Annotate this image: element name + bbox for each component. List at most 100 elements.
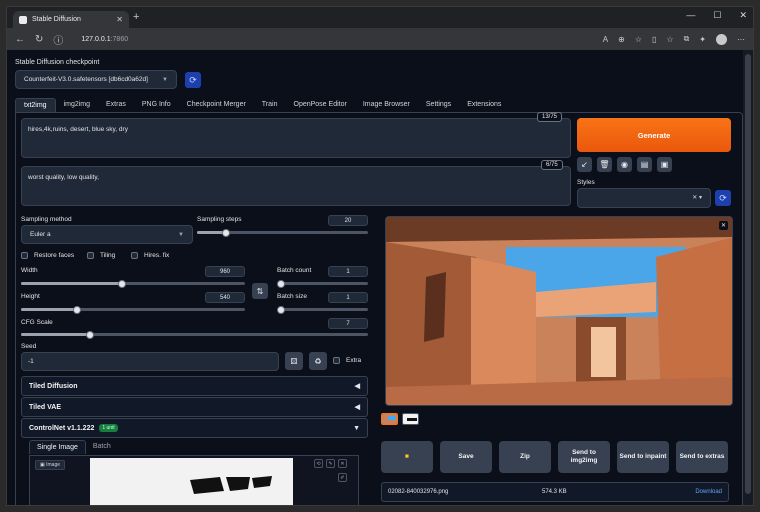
tab-img2img[interactable]: img2img [56, 98, 98, 112]
tiling-checkbox[interactable]: Tiling [87, 252, 115, 259]
tab-train[interactable]: Train [254, 98, 286, 112]
extra-networks-button[interactable]: ◉ [617, 157, 632, 172]
height-slider[interactable] [21, 305, 245, 314]
menu-icon[interactable]: ⋯ [737, 35, 745, 44]
checkbox-box[interactable] [333, 357, 340, 364]
tab-checkpoint-merger[interactable]: Checkpoint Merger [179, 98, 254, 112]
reload-icon[interactable]: ↻ [35, 34, 43, 45]
open-folder-button[interactable]: ■ [381, 441, 433, 473]
batch-size-input[interactable]: 1 [328, 292, 368, 303]
reuse-seed-button[interactable]: ♻ [309, 352, 327, 370]
tiled-diffusion-accordion[interactable]: Tiled Diffusion ◀ [21, 376, 368, 396]
scrollbar-thumb[interactable] [745, 54, 751, 494]
send-to-img2img-button[interactable]: Send to img2img [558, 441, 610, 473]
width-slider[interactable] [21, 279, 245, 288]
slider-handle[interactable] [86, 330, 95, 339]
favorites-icon[interactable]: ☆ [666, 35, 673, 44]
cfg-scale-slider[interactable] [21, 330, 368, 339]
save-button[interactable]: Save [440, 441, 492, 473]
width-input[interactable]: 960 [205, 266, 245, 277]
tab-image-browser[interactable]: Image Browser [355, 98, 418, 112]
refresh-styles-button[interactable]: ⟳ [715, 190, 731, 206]
apply-style-button[interactable]: ▤ [637, 157, 652, 172]
batch-count-input[interactable]: 1 [328, 266, 368, 277]
slider-handle[interactable] [277, 279, 285, 288]
browser-window: Stable Diffusion ✕ + — ☐ ✕ ← ↻ ⓘ 127.0.0… [6, 6, 754, 506]
refresh-checkpoint-button[interactable]: ⟳ [185, 72, 201, 88]
tab-openpose-editor[interactable]: OpenPose Editor [286, 98, 355, 112]
brush-icon[interactable]: ✐ [338, 473, 347, 482]
url-field[interactable]: 127.0.0.1:7860 [81, 36, 128, 43]
thumbnail-result[interactable] [381, 413, 398, 425]
sampling-method-select[interactable]: Euler a ▼ [21, 225, 193, 244]
close-window-button[interactable]: ✕ [739, 10, 747, 21]
generated-image[interactable] [386, 217, 733, 406]
sampling-steps-slider[interactable] [197, 228, 368, 237]
read-params-button[interactable]: ↙ [577, 157, 592, 172]
tab-single-image[interactable]: Single Image [29, 440, 86, 454]
controlnet-accordion[interactable]: ControlNet v1.1.222 1 unit ▼ [21, 418, 368, 438]
extra-seed-checkbox[interactable]: Extra [333, 357, 361, 364]
slider-handle[interactable] [73, 305, 81, 314]
back-icon[interactable]: ← [15, 34, 25, 45]
styles-select[interactable]: ✕ ▾ [577, 188, 711, 208]
favorite-star-icon[interactable]: ☆ [635, 35, 642, 44]
read-aloud-icon[interactable]: A [603, 35, 608, 44]
undo-icon[interactable]: ⟲ [314, 459, 323, 468]
slider-handle[interactable] [222, 228, 231, 237]
close-icon[interactable]: ✕ [338, 459, 347, 468]
new-tab-button[interactable]: + [133, 11, 139, 23]
thumbnail-control[interactable] [402, 413, 419, 425]
tab-extras[interactable]: Extras [98, 98, 134, 112]
edit-icon[interactable]: ✎ [326, 459, 335, 468]
tab-txt2img[interactable]: txt2img [15, 98, 56, 112]
close-icon[interactable]: ✕ [719, 221, 728, 230]
close-tab-icon[interactable]: ✕ [116, 15, 123, 24]
tab-extensions[interactable]: Extensions [459, 98, 509, 112]
random-seed-button[interactable]: ⚄ [285, 352, 303, 370]
zoom-icon[interactable]: ⊕ [618, 35, 625, 44]
batch-size-label: Batch size [277, 293, 307, 300]
restore-faces-checkbox[interactable]: Restore faces [21, 252, 74, 259]
browser-tab[interactable]: Stable Diffusion ✕ [13, 11, 129, 28]
controlnet-image-input[interactable]: ▣ Image ⟲ ✎ ✕ ✐ [29, 455, 359, 505]
zip-button[interactable]: Zip [499, 441, 551, 473]
download-link[interactable]: Download [695, 489, 722, 495]
seed-input[interactable]: -1 [21, 352, 279, 371]
hires-fix-label: Hires. fix [144, 252, 170, 259]
send-to-inpaint-button[interactable]: Send to inpaint [617, 441, 669, 473]
slider-handle[interactable] [277, 305, 285, 314]
tiled-vae-accordion[interactable]: Tiled VAE ◀ [21, 397, 368, 417]
hires-fix-checkbox[interactable]: Hires. fix [131, 252, 169, 259]
tab-settings[interactable]: Settings [418, 98, 459, 112]
checkbox-box[interactable] [87, 252, 94, 259]
collections-icon[interactable]: ⧉ [684, 34, 690, 44]
batch-size-slider[interactable] [277, 305, 368, 314]
send-to-extras-button[interactable]: Send to extras [676, 441, 728, 473]
generate-button[interactable]: Generate [577, 118, 731, 152]
swap-dimensions-button[interactable]: ⇅ [252, 283, 268, 299]
info-icon[interactable]: ⓘ [53, 32, 63, 47]
avatar[interactable] [716, 33, 727, 45]
checkbox-box[interactable] [21, 252, 28, 259]
positive-prompt-input[interactable]: hires,4k,ruins, desert, blue sky, dry [21, 118, 571, 158]
tab-batch[interactable]: Batch [86, 440, 118, 454]
save-style-button[interactable]: ▣ [657, 157, 672, 172]
clear-prompt-button[interactable]: 🗑 [597, 157, 612, 172]
minimize-button[interactable]: — [686, 10, 695, 21]
height-input[interactable]: 540 [205, 292, 245, 303]
sampling-steps-input[interactable]: 20 [328, 215, 368, 226]
slider-handle[interactable] [117, 279, 126, 288]
split-screen-icon[interactable]: ▯ [652, 35, 656, 44]
controlnet-canvas[interactable] [90, 458, 293, 505]
checkpoint-select[interactable]: Counterfeit-V3.0.safetensors [db6cd0a62d… [15, 70, 177, 89]
batch-count-slider[interactable] [277, 279, 368, 288]
checkbox-box[interactable] [131, 252, 138, 259]
tab-png-info[interactable]: PNG Info [134, 98, 179, 112]
negative-prompt-input[interactable]: worst quality, low quality, [21, 166, 571, 206]
image-tag: ▣ Image [35, 460, 66, 470]
maximize-button[interactable]: ☐ [713, 10, 721, 21]
cfg-scale-input[interactable]: 7 [328, 318, 368, 329]
page-scrollbar[interactable] [743, 50, 753, 505]
extensions-icon[interactable]: ✦ [699, 35, 706, 44]
